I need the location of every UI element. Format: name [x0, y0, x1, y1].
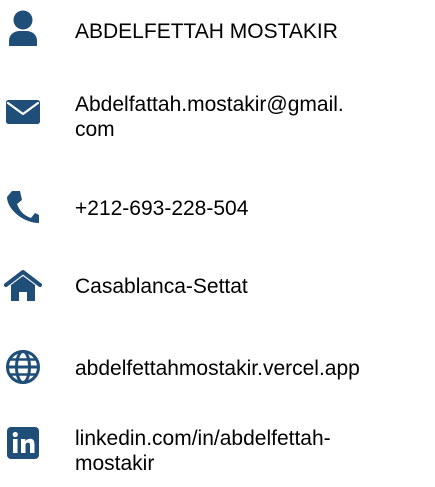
- contact-row-location: Casablanca-Settat: [0, 265, 435, 305]
- contact-row-phone: +212-693-228-504: [0, 188, 435, 228]
- phone-number: +212-693-228-504: [75, 197, 249, 220]
- phone-icon: [4, 188, 42, 226]
- contact-row-website: abdelfettahmostakir.vercel.app: [0, 348, 435, 388]
- website-link[interactable]: abdelfettahmostakir.vercel.app: [75, 356, 430, 381]
- home-icon: [4, 267, 42, 305]
- email-link[interactable]: Abdelfattah.mostakir@gmail. com: [75, 92, 430, 142]
- envelope-icon: [4, 92, 42, 130]
- linkedin-line-1: linkedin.com/in/abdelfettah-: [75, 427, 331, 450]
- user-icon: [4, 10, 42, 48]
- contact-name: ABDELFETTAH MOSTAKIR: [75, 20, 338, 43]
- email-line-2: com: [75, 118, 115, 141]
- linkedin-link[interactable]: linkedin.com/in/abdelfettah- mostakir: [75, 426, 375, 476]
- location-text: Casablanca-Settat: [75, 275, 248, 298]
- email-line-1: Abdelfattah.mostakir@gmail.: [75, 93, 344, 116]
- contact-row-name: ABDELFETTAH MOSTAKIR: [0, 10, 435, 50]
- contact-row-email: Abdelfattah.mostakir@gmail. com: [0, 92, 435, 152]
- contact-row-linkedin: linkedin.com/in/abdelfettah- mostakir: [0, 424, 435, 484]
- globe-icon: [4, 348, 42, 386]
- linkedin-icon: [4, 424, 42, 462]
- linkedin-line-2: mostakir: [75, 452, 155, 475]
